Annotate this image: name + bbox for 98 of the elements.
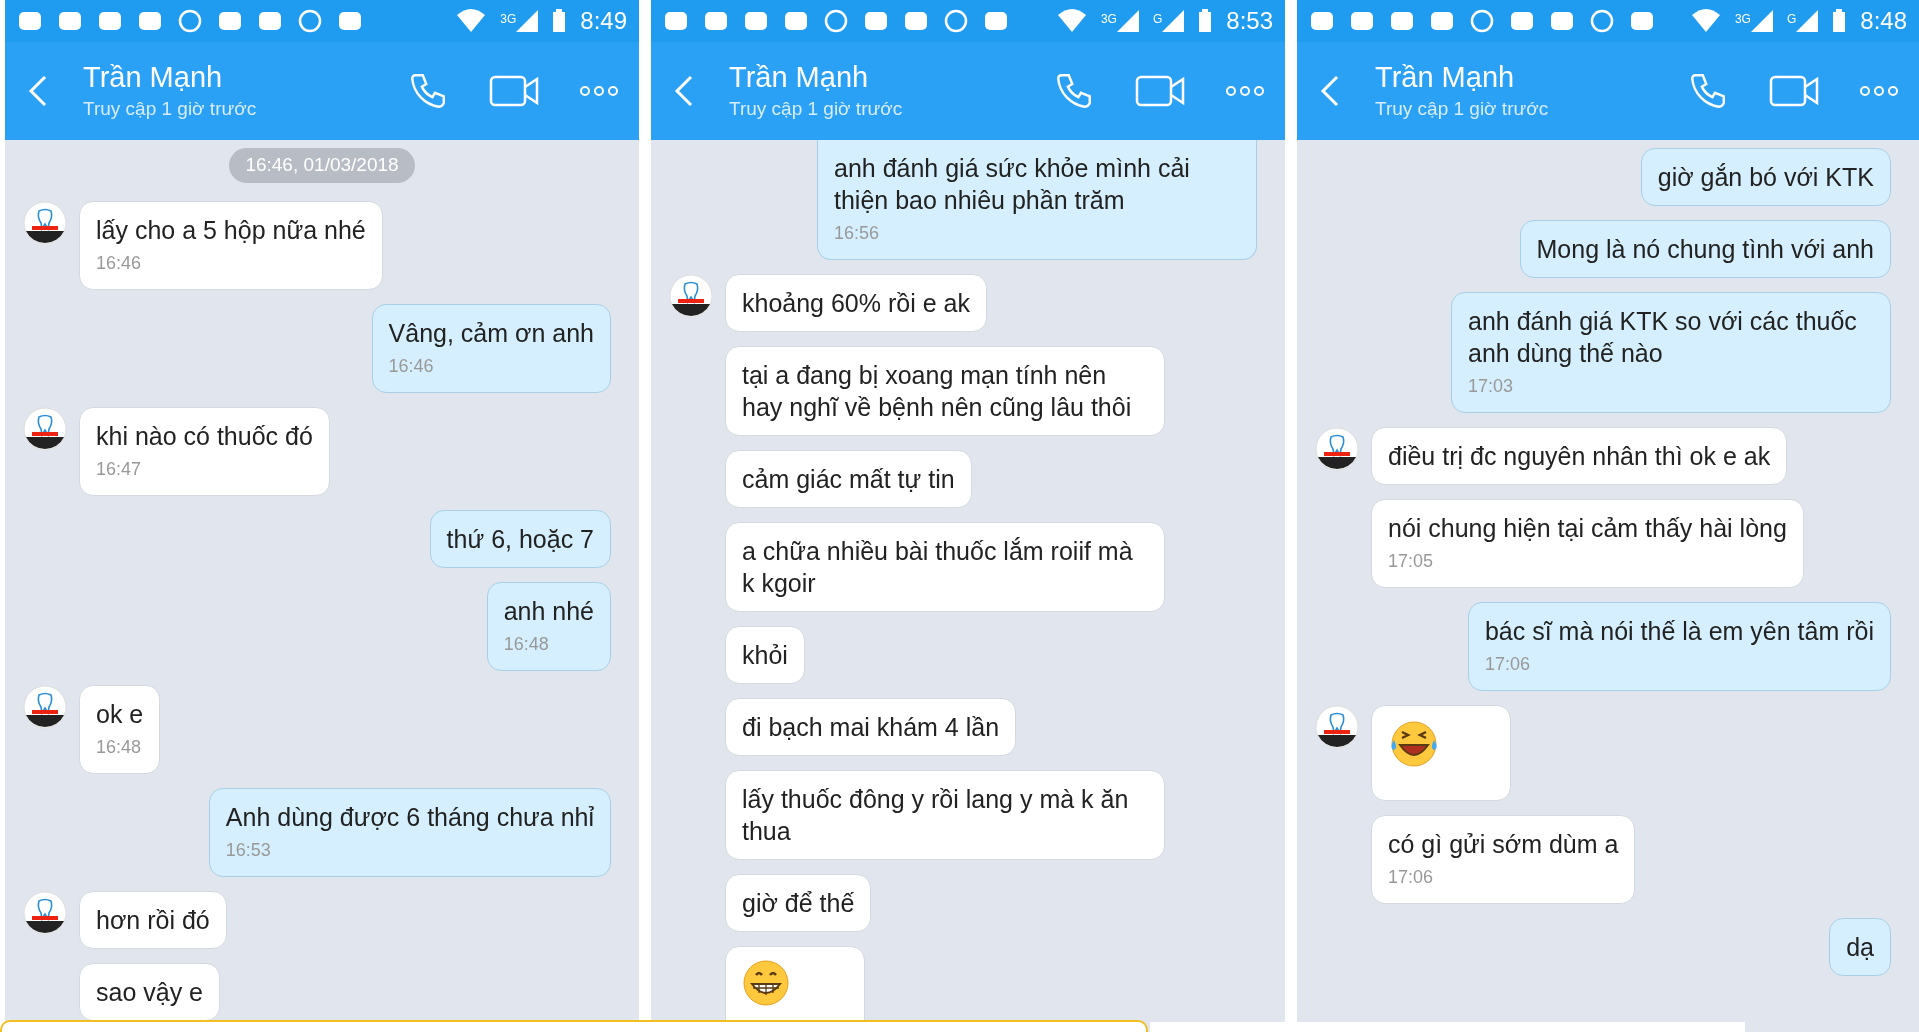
last-seen: Truy cập 1 giờ trước xyxy=(1375,96,1549,121)
more-icon[interactable] xyxy=(1859,85,1899,97)
message-time: 16:53 xyxy=(225,838,272,862)
video-call-icon[interactable] xyxy=(1135,73,1185,109)
signal-icon xyxy=(516,10,539,32)
network-label: 3G xyxy=(1100,11,1117,28)
message-text: cảm giác mất tự tin xyxy=(742,464,955,495)
notification-icon xyxy=(17,9,43,33)
notification-icon xyxy=(743,9,769,33)
grinning-face-emoji xyxy=(742,959,790,1007)
video-call-icon[interactable] xyxy=(1769,73,1819,109)
message-text: có gì gửi sớm dùm a xyxy=(1388,829,1619,860)
message-text: bác sĩ mà nói thế là em yên tâm rồi xyxy=(1484,616,1874,647)
signal-icon xyxy=(1796,10,1819,32)
message-time: 16:47 xyxy=(96,457,143,481)
notification-icon xyxy=(257,9,283,33)
message-time: 16:48 xyxy=(96,735,143,759)
message-text: khi nào có thuốc đó xyxy=(96,420,313,452)
signal-icon xyxy=(1116,10,1139,32)
last-seen: Truy cập 1 giờ trước xyxy=(83,96,257,121)
clock-time: 8:53 xyxy=(1226,6,1273,36)
contact-name: Trần Mạnh xyxy=(83,59,224,95)
signal-icon xyxy=(1750,10,1773,32)
message-text: a chữa nhiều bài thuốc lắm roiif mà k kgoir xyxy=(742,536,1134,599)
notification-icon xyxy=(97,9,123,33)
notification-icon xyxy=(1469,9,1495,33)
tears-of-joy-emoji xyxy=(1388,718,1440,770)
message-text: dạ xyxy=(1846,932,1874,963)
message-text: lấy thuốc đông y rồi lang y mà k ăn thua xyxy=(742,784,1130,847)
more-icon[interactable] xyxy=(579,85,619,97)
message-text: anh nhé xyxy=(503,595,594,627)
battery-icon xyxy=(552,9,567,33)
message-time: 17:05 xyxy=(1388,550,1435,573)
notification-icon xyxy=(177,9,203,33)
notification-icon xyxy=(217,9,243,33)
message-text: tại a đang bị xoang mạn tính nên hay nghĩ về bệnh nên cũng lâu thôi xyxy=(742,360,1133,423)
message-time: 17:03 xyxy=(1468,375,1515,398)
more-icon[interactable] xyxy=(1225,85,1265,97)
message-text: Mong là nó chung tình với anh xyxy=(1536,234,1874,265)
wifi-icon xyxy=(1690,9,1721,33)
message-text: ok e xyxy=(96,698,144,730)
notification-icon xyxy=(297,9,323,33)
wifi-icon xyxy=(456,9,487,33)
notification-icon xyxy=(903,9,929,33)
message-time: 16:48 xyxy=(503,632,550,656)
wifi-icon xyxy=(1056,9,1087,33)
clock-time: 8:49 xyxy=(580,6,627,36)
notification-icon xyxy=(1549,9,1575,33)
notification-icon xyxy=(863,9,889,33)
notification-icon xyxy=(57,9,83,33)
notification-icon xyxy=(823,9,849,33)
message-time: 16:56 xyxy=(834,222,881,245)
contact-name: Trần Mạnh xyxy=(729,59,870,95)
date-separator: 16:46, 01/03/2018 xyxy=(229,148,415,183)
notification-icon xyxy=(663,9,689,33)
notification-icon xyxy=(943,9,969,33)
notification-icon xyxy=(1429,9,1455,33)
battery-icon xyxy=(1832,9,1847,33)
notification-icon xyxy=(1629,9,1655,33)
notification-icon xyxy=(1349,9,1375,33)
message-text: Vâng, cảm ơn anh xyxy=(388,317,594,349)
network-label: G xyxy=(1786,11,1797,28)
message-text: giờ gắn bó với KTK xyxy=(1657,162,1874,193)
network-label: G xyxy=(1152,11,1163,28)
network-label: 3G xyxy=(1734,11,1751,28)
message-text: thứ 6, hoặc 7 xyxy=(446,523,594,555)
message-text: khoảng 60% rồi e ak xyxy=(742,288,970,319)
notification-icon xyxy=(1309,9,1335,33)
message-text: anh đánh giá KTK so với các thuốc anh dùng thế nào xyxy=(1468,306,1858,369)
message-text: lấy cho a 5 hộp nữa nhé xyxy=(96,214,366,246)
notification-icon xyxy=(1589,9,1615,33)
message-text: đi bạch mai khám 4 lần xyxy=(742,712,1000,743)
network-label: 3G xyxy=(500,11,517,28)
message-time: 16:46 xyxy=(96,251,143,275)
message-text: giờ để thế xyxy=(742,888,855,919)
signal-icon xyxy=(1162,10,1185,32)
clock-time: 8:48 xyxy=(1860,6,1907,36)
message-text: điều trị đc nguyên nhân thì ok e ak xyxy=(1388,441,1771,472)
battery-icon xyxy=(1198,9,1213,33)
notification-icon xyxy=(783,9,809,33)
message-text: nói chung hiện tại cảm thấy hài lòng xyxy=(1388,513,1787,544)
contact-name: Trần Mạnh xyxy=(1375,59,1516,95)
message-text: anh đánh giá sức khỏe mình cải thiện bao nhiêu phần trăm xyxy=(834,153,1191,216)
message-text: khỏi xyxy=(742,640,788,671)
message-text: sao vậy e xyxy=(96,976,203,1008)
message-time: 16:46 xyxy=(388,354,435,378)
message-time: 17:06 xyxy=(1388,866,1435,889)
notification-icon xyxy=(703,9,729,33)
message-text: Anh dùng được 6 tháng chưa nhỉ xyxy=(225,801,594,833)
notification-icon xyxy=(1389,9,1415,33)
message-text: hơn rồi đó xyxy=(96,904,210,936)
notification-icon xyxy=(983,9,1009,33)
last-seen: Truy cập 1 giờ trước xyxy=(729,96,903,121)
notification-icon xyxy=(137,9,163,33)
notification-icon xyxy=(1509,9,1535,33)
video-call-icon[interactable] xyxy=(489,73,539,109)
notification-icon xyxy=(337,9,363,33)
message-time: 17:06 xyxy=(1484,653,1531,676)
